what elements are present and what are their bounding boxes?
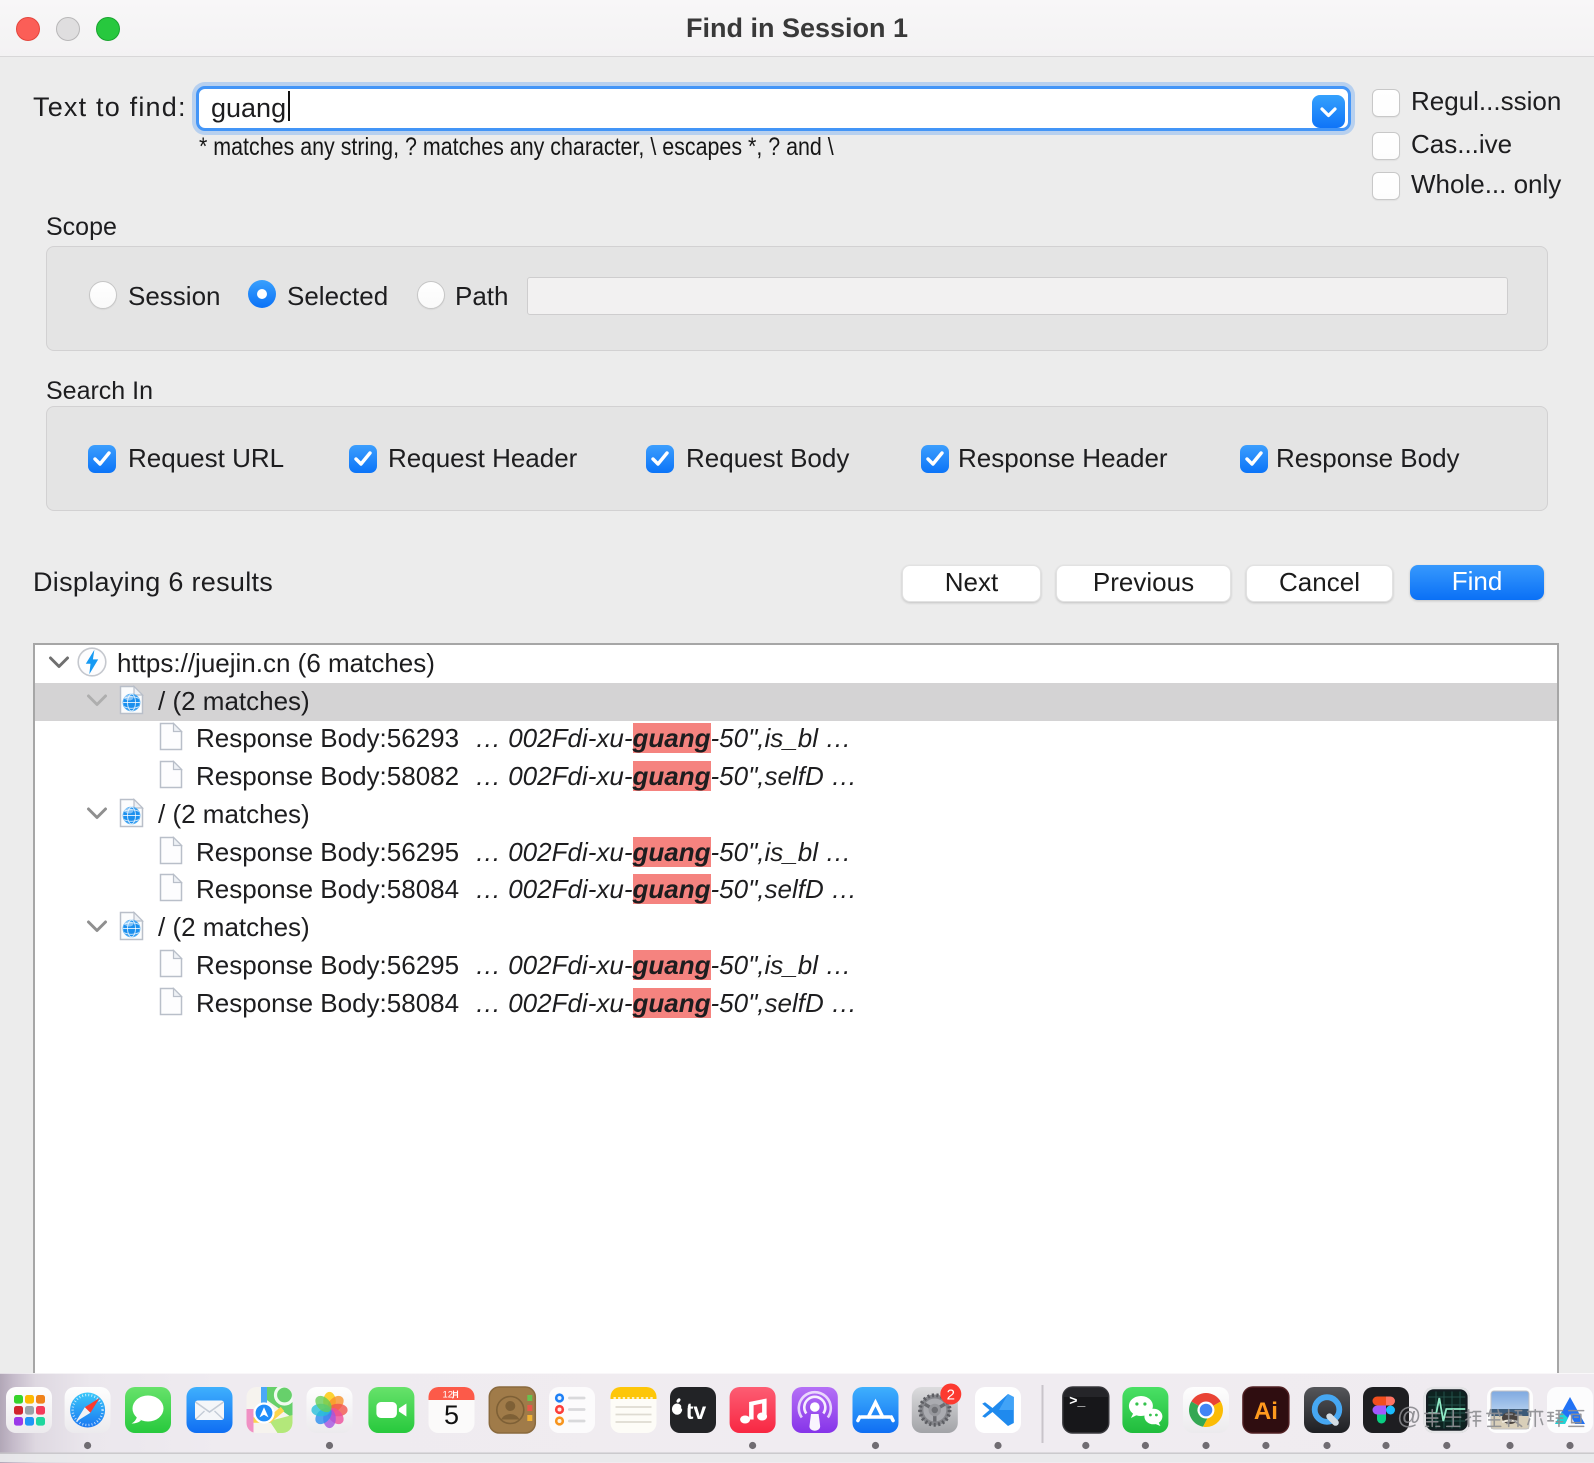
svg-text:tv: tv <box>686 1398 707 1424</box>
svg-text:2: 2 <box>947 1387 955 1404</box>
svg-text:5: 5 <box>444 1400 459 1430</box>
svg-text:Ai: Ai <box>1254 1398 1278 1425</box>
svg-text:>_: >_ <box>1069 1392 1085 1408</box>
svg-text:12: 12 <box>443 1390 454 1401</box>
